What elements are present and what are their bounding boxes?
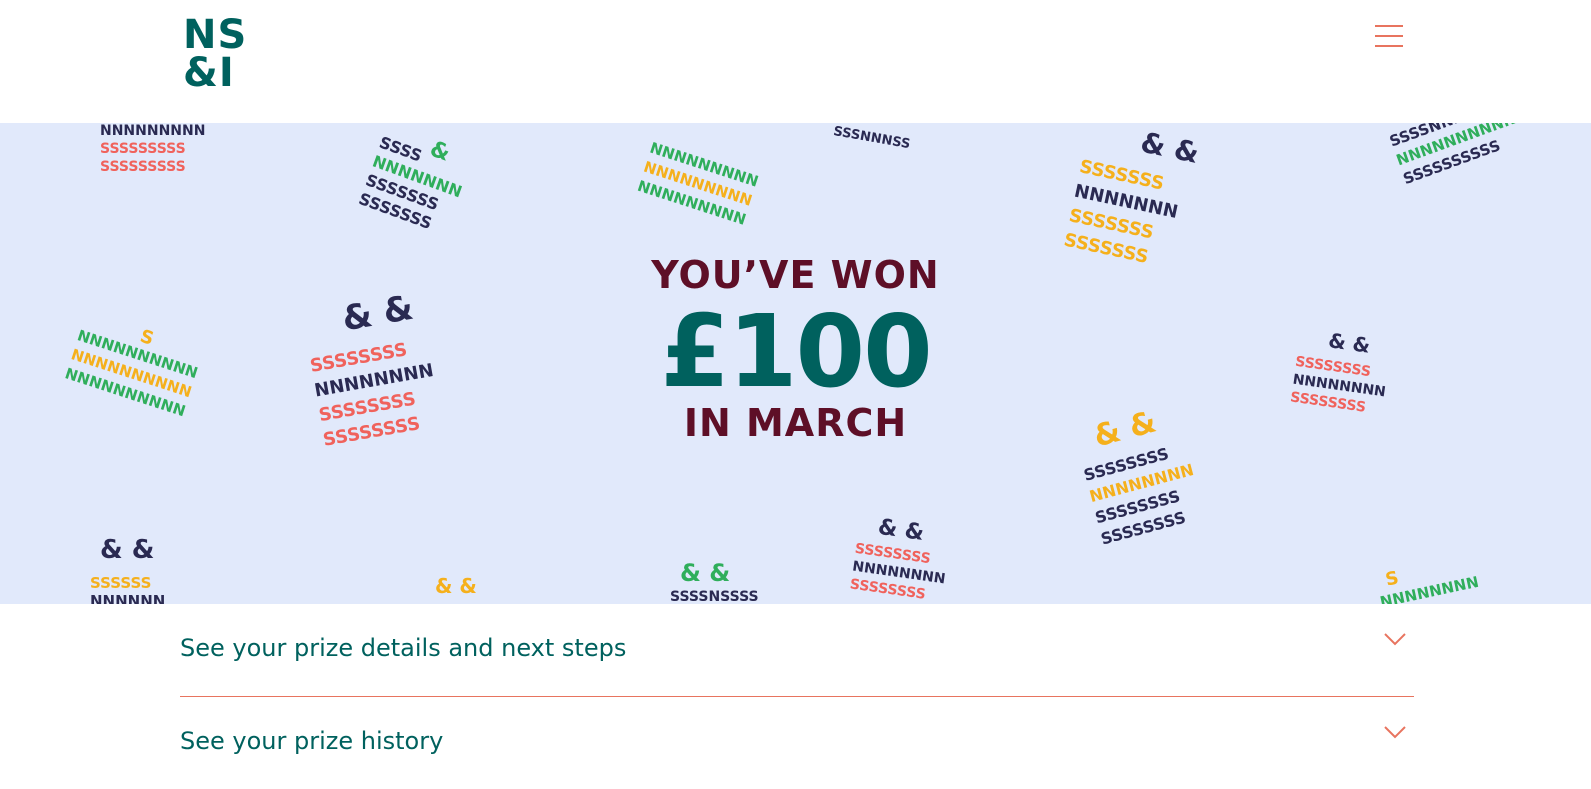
accordion-prize-details[interactable]: See your prize details and next steps: [180, 604, 1414, 697]
accordion-title: See your prize history: [180, 727, 444, 755]
you-have-won-heading: YOU’VE WON: [651, 253, 940, 297]
prize-amount: £100: [660, 293, 932, 410]
nsandi-logo[interactable]: NS &I: [183, 12, 253, 96]
accordion-prize-history[interactable]: See your prize history: [180, 697, 1414, 789]
logo-line-1: NS: [183, 12, 248, 58]
hamburger-icon[interactable]: [1374, 21, 1404, 51]
prize-hero-banner: NNNNNNNNN SSSSSSSSS SSSSSSSSS SSSS & NNN…: [0, 123, 1591, 604]
prize-accordion: See your prize details and next steps Se…: [180, 604, 1414, 789]
prize-announcement: YOU’VE WON £100 IN MARCH: [0, 123, 1591, 604]
prize-month: IN MARCH: [683, 401, 908, 445]
accordion-title: See your prize details and next steps: [180, 634, 627, 662]
chevron-down-icon[interactable]: [1384, 725, 1406, 739]
chevron-down-icon[interactable]: [1384, 632, 1406, 646]
logo-line-2: &I: [183, 50, 235, 96]
site-header: NS &I: [0, 0, 1591, 123]
